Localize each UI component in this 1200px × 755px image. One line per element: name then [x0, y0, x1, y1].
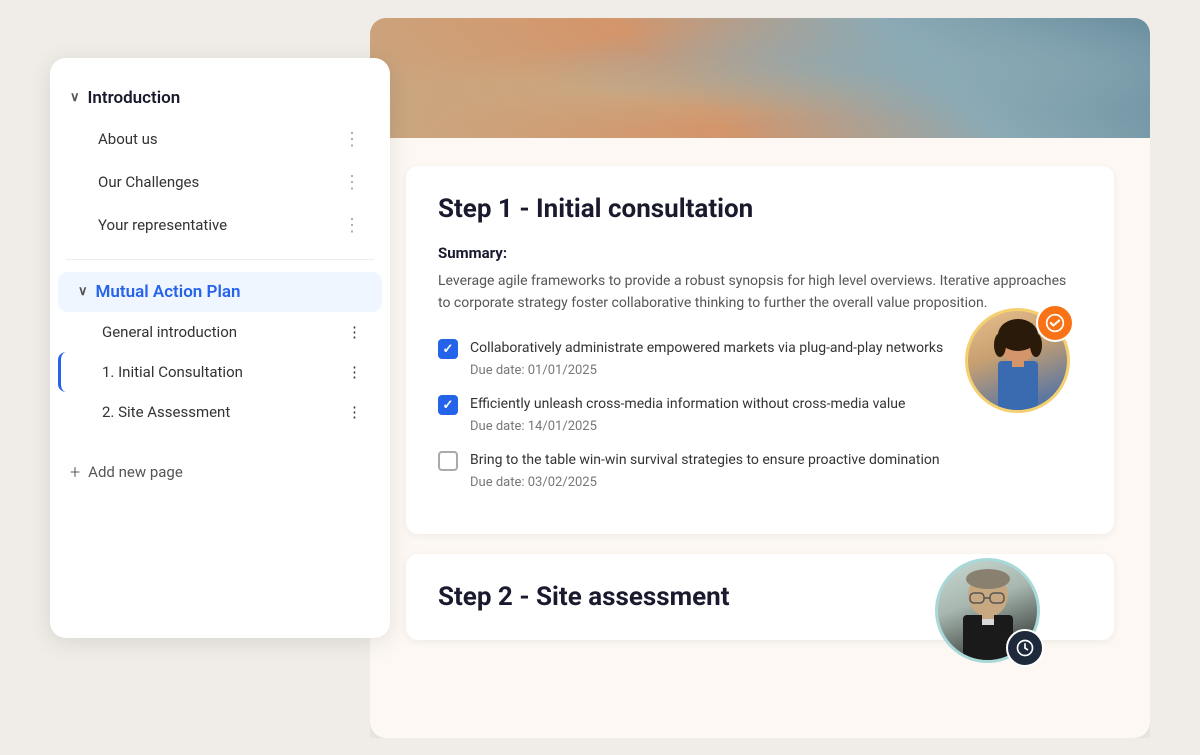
- sidebar-section-introduction[interactable]: ∨ Introduction: [50, 78, 390, 118]
- sidebar-map-label: Mutual Action Plan: [96, 282, 241, 302]
- task-checkbox-1[interactable]: [438, 339, 458, 359]
- avatar-man-container: [935, 558, 1040, 663]
- hero-image: [370, 18, 1150, 138]
- summary-label: Summary:: [438, 244, 1082, 262]
- sidebar-introduction-items: About us ⋮ Our Challenges ⋮ Your represe…: [50, 118, 390, 247]
- step-1-title: Step 1 - Initial consultation: [438, 194, 1082, 224]
- more-options-icon[interactable]: ⋮: [347, 403, 362, 421]
- clock-icon: [1015, 638, 1035, 658]
- sidebar-item-site-assessment[interactable]: 2. Site Assessment ⋮: [58, 392, 382, 432]
- task-text-3: Bring to the table win-win survival stra…: [470, 450, 940, 471]
- completion-badge: [1036, 304, 1074, 342]
- sidebar-map-items: General introduction ⋮ 1. Initial Consul…: [50, 312, 390, 432]
- task-item-3: Bring to the table win-win survival stra…: [438, 450, 1082, 490]
- sidebar-item-label: About us: [98, 130, 158, 148]
- more-options-icon[interactable]: ⋮: [347, 323, 362, 341]
- sidebar-item-about-us[interactable]: About us ⋮: [58, 118, 382, 161]
- check-circle-icon: [1045, 313, 1065, 333]
- sidebar-item-your-representative[interactable]: Your representative ⋮: [58, 204, 382, 247]
- sidebar: ∨ Introduction About us ⋮ Our Challenges…: [50, 58, 390, 638]
- task-checkbox-3[interactable]: [438, 451, 458, 471]
- plus-icon: +: [70, 462, 80, 483]
- more-options-icon[interactable]: ⋮: [343, 215, 362, 236]
- chevron-down-icon: ∨: [78, 284, 88, 299]
- sidebar-item-label: Your representative: [98, 216, 227, 234]
- more-options-icon[interactable]: ⋮: [343, 172, 362, 193]
- task-checkbox-2[interactable]: [438, 395, 458, 415]
- sidebar-item-label: 1. Initial Consultation: [102, 363, 243, 381]
- sidebar-item-initial-consultation[interactable]: 1. Initial Consultation ⋮: [58, 352, 382, 392]
- summary-section: Summary: Leverage agile frameworks to pr…: [438, 244, 1082, 315]
- sidebar-item-general-introduction[interactable]: General introduction ⋮: [58, 312, 382, 352]
- sidebar-item-label: 2. Site Assessment: [102, 403, 230, 421]
- sidebar-item-label: General introduction: [102, 323, 237, 341]
- more-options-icon[interactable]: ⋮: [343, 129, 362, 150]
- task-text-2: Efficiently unleash cross-media informat…: [470, 394, 905, 415]
- task-due-date-3: Due date: 03/02/2025: [438, 475, 1082, 490]
- sidebar-item-label: Our Challenges: [98, 173, 199, 191]
- sidebar-introduction-label: Introduction: [88, 88, 181, 108]
- avatar-woman-container: [965, 308, 1070, 413]
- more-options-icon[interactable]: ⋮: [347, 363, 362, 381]
- chevron-down-icon: ∨: [70, 90, 80, 105]
- task-text-1: Collaboratively administrate empowered m…: [470, 338, 943, 359]
- clock-badge: [1006, 629, 1044, 667]
- sidebar-item-our-challenges[interactable]: Our Challenges ⋮: [58, 161, 382, 204]
- add-new-page-label: Add new page: [88, 463, 183, 481]
- task-due-date-2: Due date: 14/01/2025: [438, 419, 1082, 434]
- sidebar-section-mutual-action-plan[interactable]: ∨ Mutual Action Plan: [58, 272, 382, 312]
- sidebar-divider: [66, 259, 374, 260]
- add-new-page-button[interactable]: + Add new page: [50, 448, 390, 497]
